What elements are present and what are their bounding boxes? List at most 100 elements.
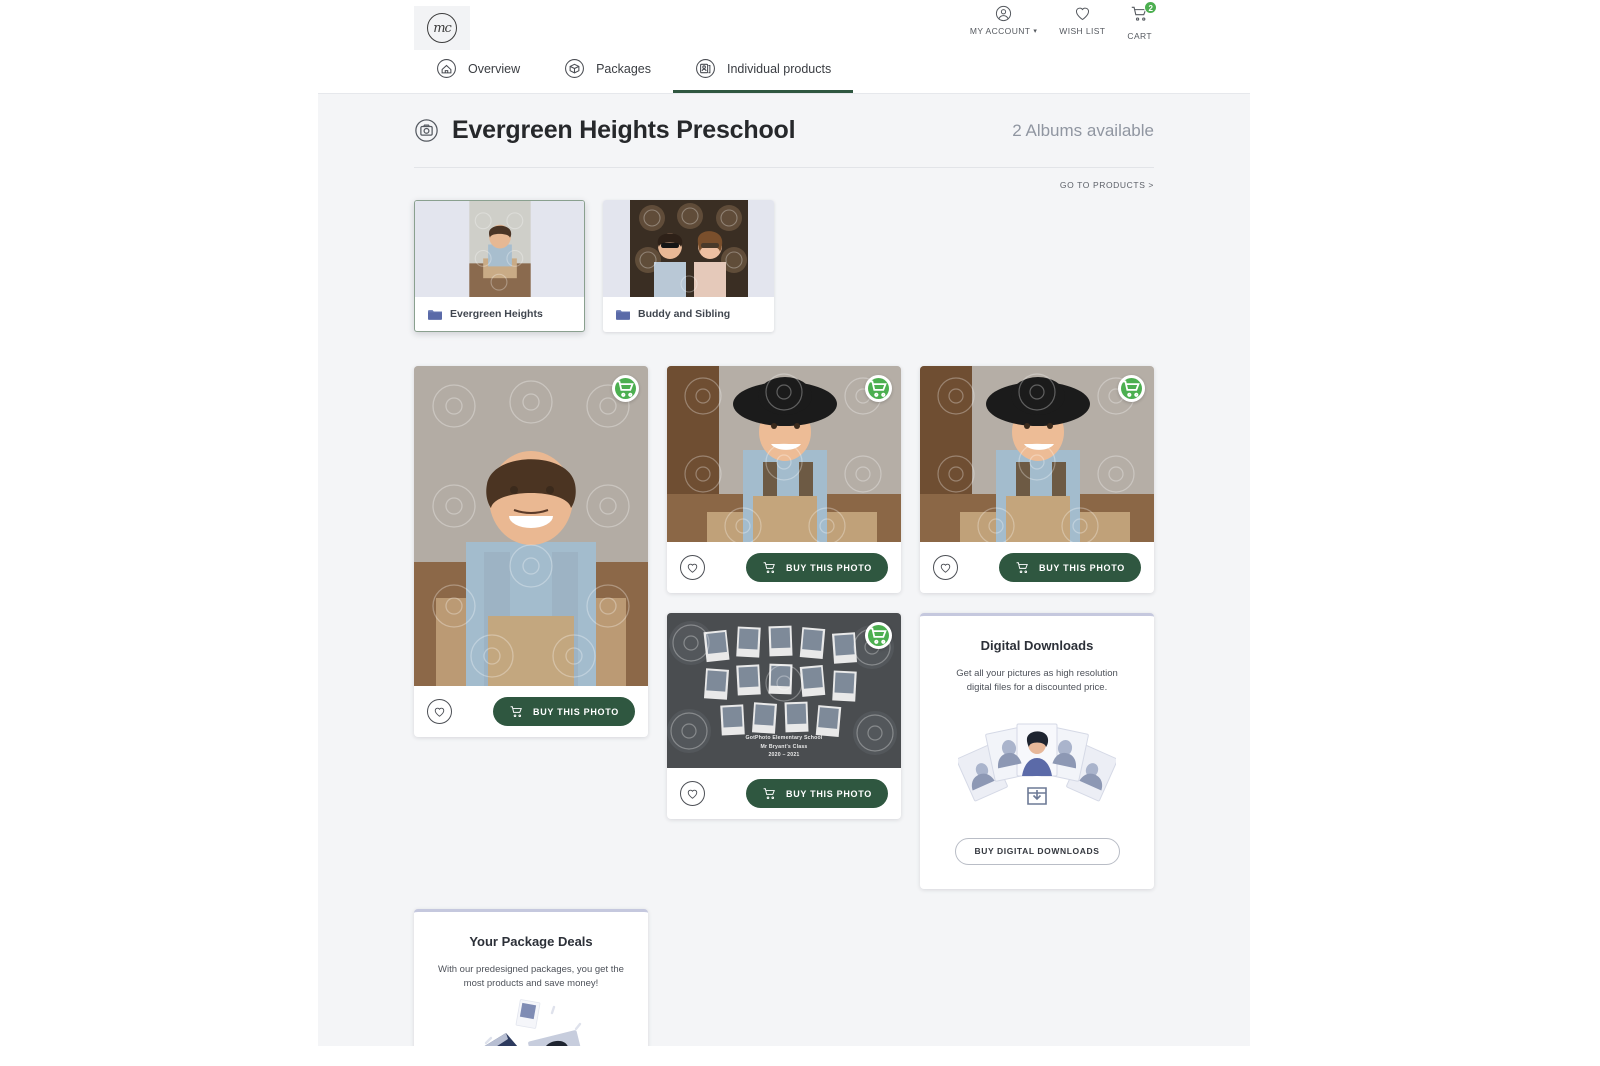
album-thumbnail (603, 200, 774, 297)
add-to-cart-chip[interactable] (865, 375, 892, 402)
go-to-products-link[interactable]: GO TO PRODUCTS > (318, 180, 1154, 190)
wishlist-toggle-button[interactable] (933, 555, 958, 580)
albums-available-count: 2 Albums available (1012, 120, 1154, 140)
gift-box-photos-icon: % (484, 999, 590, 1046)
buy-this-photo-label: BUY THIS PHOTO (1039, 562, 1125, 573)
heart-icon (940, 563, 951, 573)
tab-packages[interactable]: Packages (542, 47, 673, 93)
main-nav: Overview Packages Individual products (414, 47, 854, 93)
album-list: Evergreen Heights Buddy and Sibling (414, 200, 1250, 332)
heart-icon (434, 707, 445, 717)
cart-count-badge: 2 (1144, 1, 1158, 14)
photo-card-footer: BUY THIS PHOTO (414, 686, 648, 737)
package-deals-title: Your Package Deals (469, 933, 593, 949)
wishlist-toggle-button[interactable] (680, 781, 705, 806)
digital-downloads-title: Digital Downloads (980, 638, 1094, 653)
add-to-cart-chip[interactable] (612, 375, 639, 402)
add-to-cart-icon (868, 378, 889, 399)
header-utility-nav: MY ACCOUNT ▾ WISH LIST 2 CART (970, 1, 1158, 41)
tab-overview[interactable]: Overview (414, 47, 542, 93)
class-photo-caption: GotPhoto Elementary School Mr Bryant's C… (667, 734, 901, 760)
photo-image[interactable] (667, 366, 901, 542)
digital-downloads-card: Digital Downloads Get all your pictures … (920, 613, 1154, 889)
cart-icon (1016, 562, 1028, 574)
album-label: Buddy and Sibling (603, 297, 774, 331)
photo-image[interactable]: GotPhoto Elementary School Mr Bryant's C… (667, 613, 901, 768)
photo-card-footer: BUY THIS PHOTO (667, 542, 901, 593)
heart-icon (687, 563, 698, 573)
user-circle-icon (995, 5, 1012, 22)
cart-icon (763, 788, 775, 800)
individual-products-icon (696, 59, 715, 78)
photo-card-footer: BUY THIS PHOTO (667, 768, 901, 819)
wishlist-toggle-button[interactable] (680, 555, 705, 580)
camera-portrait-icon (415, 119, 438, 142)
class-photo-caption-year: 2020 – 2021 (768, 752, 800, 759)
photo-stack-download-icon (958, 723, 1116, 816)
folder-icon (428, 309, 442, 320)
tab-individual-products-label: Individual products (727, 61, 832, 76)
tab-packages-label: Packages (596, 61, 651, 76)
album-photo-boy (468, 201, 531, 297)
digital-downloads-body: Get all your pictures as high resolution… (956, 668, 1118, 694)
package-deals-card: Your Package Deals With our predesigned … (414, 908, 648, 1046)
heart-icon (1075, 7, 1089, 21)
cart-icon (510, 706, 522, 718)
browser-viewport: mc MY ACCOUNT ▾ WISH LIST 2 CART Overvie… (318, 0, 1250, 1046)
chevron-down-icon: ▾ (1033, 28, 1038, 35)
add-to-cart-icon (1121, 378, 1142, 399)
buy-this-photo-button[interactable]: BUY THIS PHOTO (746, 553, 888, 582)
photo-card: BUY THIS PHOTO (920, 366, 1154, 593)
buy-this-photo-button[interactable]: BUY THIS PHOTO (746, 779, 888, 808)
wish-list-label: WISH LIST (1059, 26, 1106, 36)
add-to-cart-icon (868, 625, 889, 646)
photo-card: BUY THIS PHOTO (667, 366, 901, 593)
buy-this-photo-label: BUY THIS PHOTO (786, 788, 872, 799)
tab-individual-products[interactable]: Individual products (673, 47, 854, 93)
page-header: Evergreen Heights Preschool 2 Albums ava… (414, 116, 1154, 168)
add-to-cart-chip[interactable] (865, 622, 892, 649)
album-label: Evergreen Heights (415, 297, 584, 331)
my-account-menu[interactable]: MY ACCOUNT ▾ (970, 5, 1037, 36)
buy-digital-downloads-button[interactable]: BUY DIGITAL DOWNLOADS (954, 837, 1120, 865)
class-photo-caption-school: GotPhoto Elementary School (745, 735, 823, 742)
wishlist-toggle-button[interactable] (427, 699, 452, 724)
buy-this-photo-button[interactable]: BUY THIS PHOTO (493, 697, 635, 726)
logo-mark-icon: mc (427, 13, 457, 43)
package-deals-body: With our predesigned packages, you get t… (438, 963, 624, 989)
cart-icon (763, 562, 775, 574)
cart-label: CART (1127, 31, 1152, 41)
photo-card: BUY THIS PHOTO (414, 366, 648, 737)
my-account-label: MY ACCOUNT ▾ (969, 26, 1038, 36)
album-card-buddy-and-sibling[interactable]: Buddy and Sibling (603, 200, 774, 332)
product-grid: BUY THIS PHOTO BUY THIS PHOTO BUY THIS P… (414, 366, 1156, 1046)
package-deals-art: % (434, 999, 628, 1046)
buy-this-photo-label: BUY THIS PHOTO (786, 562, 872, 573)
buy-this-photo-button[interactable]: BUY THIS PHOTO (999, 553, 1141, 582)
page-title: Evergreen Heights Preschool (452, 116, 796, 144)
photo-boy-large (414, 366, 648, 686)
photo-image[interactable] (414, 366, 648, 686)
home-icon (437, 59, 456, 78)
album-card-evergreen-heights[interactable]: Evergreen Heights (414, 200, 585, 332)
folder-icon (616, 309, 630, 320)
site-logo[interactable]: mc (414, 6, 470, 50)
add-to-cart-icon (615, 378, 636, 399)
album-photo-siblings (629, 200, 748, 297)
buy-this-photo-label: BUY THIS PHOTO (533, 706, 619, 717)
photo-card: GotPhoto Elementary School Mr Bryant's C… (667, 613, 901, 819)
site-header: mc MY ACCOUNT ▾ WISH LIST 2 CART Overvie… (318, 0, 1250, 94)
album-name: Buddy and Sibling (638, 308, 731, 320)
tab-overview-label: Overview (468, 61, 521, 76)
album-name: Evergreen Heights (450, 308, 543, 320)
digital-downloads-art (940, 704, 1134, 824)
class-photo-caption-class: Mr Bryant's Class (760, 743, 808, 750)
album-thumbnail (415, 201, 584, 297)
add-to-cart-chip[interactable] (1118, 375, 1145, 402)
photo-image[interactable] (920, 366, 1154, 542)
heart-icon (687, 789, 698, 799)
package-icon (565, 59, 585, 78)
photo-card-footer: BUY THIS PHOTO (920, 542, 1154, 593)
cart-link[interactable]: 2 CART (1127, 1, 1158, 41)
wish-list-link[interactable]: WISH LIST (1059, 5, 1105, 36)
